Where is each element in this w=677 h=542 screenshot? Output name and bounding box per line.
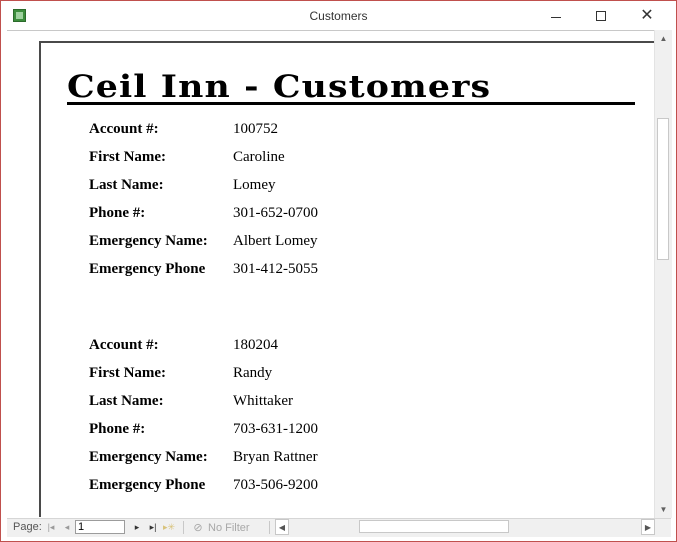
horizontal-scroll-thumb[interactable] — [359, 520, 509, 533]
account-row: Account #: 100752 — [89, 121, 589, 149]
scroll-right-icon[interactable]: ▶ — [641, 519, 655, 535]
first-page-icon[interactable]: |◂ — [45, 520, 57, 534]
phone-value: 703-631-1200 — [233, 421, 318, 437]
customer-record: Account #: 180204 First Name: Randy Last… — [89, 337, 589, 505]
last-page-icon[interactable]: ▸| — [147, 520, 159, 534]
emergency-name-label: Emergency Name: — [89, 233, 208, 249]
record-navigation-bar: Page: |◂ ◂ 1 ▸ ▸| ▸✳ ⊘ No Filter ◀ ▶ — [7, 518, 671, 537]
scroll-down-icon[interactable]: ▼ — [655, 501, 672, 518]
maximize-button[interactable] — [578, 1, 624, 31]
previous-page-icon[interactable]: ◂ — [61, 520, 73, 534]
first-name-value: Caroline — [233, 149, 285, 165]
title-underline — [67, 102, 635, 105]
title-bar: Customers ✕ — [1, 1, 676, 31]
emergency-name-label: Emergency Name: — [89, 449, 208, 465]
minimize-button[interactable] — [532, 1, 578, 31]
emergency-phone-value: 703-506-9200 — [233, 477, 318, 493]
next-page-icon[interactable]: ▸ — [131, 520, 143, 534]
first-name-label: First Name: — [89, 149, 167, 165]
page-label: Page: — [13, 521, 42, 533]
last-name-row: Last Name: Whittaker — [89, 393, 589, 421]
new-record-icon[interactable]: ▸✳ — [163, 520, 175, 534]
emergency-phone-label: Emergency Phone — [89, 477, 206, 493]
customer-record: Account #: 100752 First Name: Caroline L… — [89, 121, 589, 289]
customers-report-window: Customers ✕ Ceil Inn - Customers Account… — [0, 0, 677, 542]
maximize-icon — [596, 11, 606, 21]
first-name-row: First Name: Caroline — [89, 149, 589, 177]
phone-row: Phone #: 301-652-0700 — [89, 205, 589, 233]
close-button[interactable]: ✕ — [624, 1, 670, 31]
scroll-left-icon[interactable]: ◀ — [275, 519, 289, 535]
account-label: Account #: — [89, 337, 159, 353]
last-name-row: Last Name: Lomey — [89, 177, 589, 205]
vertical-scrollbar[interactable]: ▲ ▼ — [654, 30, 672, 518]
horizontal-scrollbar[interactable]: ◀ ▶ — [273, 519, 655, 535]
emergency-name-value: Albert Lomey — [233, 233, 318, 249]
scroll-up-icon[interactable]: ▲ — [655, 30, 672, 47]
emergency-name-value: Bryan Rattner — [233, 449, 318, 465]
filter-button[interactable]: ⊘ No Filter — [191, 521, 250, 534]
account-value: 100752 — [233, 121, 278, 137]
last-name-label: Last Name: — [89, 177, 164, 193]
emergency-phone-label: Emergency Phone — [89, 261, 206, 277]
last-name-value: Lomey — [233, 177, 276, 193]
no-filter-icon: ⊘ — [193, 522, 203, 534]
minimize-icon — [551, 17, 561, 18]
filter-label: No Filter — [208, 522, 250, 534]
first-name-value: Randy — [233, 365, 273, 381]
vertical-scroll-thumb[interactable] — [657, 118, 669, 260]
first-name-row: First Name: Randy — [89, 365, 589, 393]
account-value: 180204 — [233, 337, 278, 353]
phone-label: Phone #: — [89, 421, 146, 437]
phone-row: Phone #: 703-631-1200 — [89, 421, 589, 449]
last-name-value: Whittaker — [233, 393, 293, 409]
nav-separator — [183, 521, 184, 534]
report-page: Ceil Inn - Customers Account #: 100752 F… — [39, 41, 654, 517]
emergency-phone-value: 301-412-5055 — [233, 261, 318, 277]
first-name-label: First Name: — [89, 365, 167, 381]
report-viewport: Ceil Inn - Customers Account #: 100752 F… — [7, 30, 654, 517]
emergency-name-row: Emergency Name: Bryan Rattner — [89, 449, 589, 477]
emergency-phone-row: Emergency Phone 703-506-9200 — [89, 477, 589, 505]
report-title: Ceil Inn - Customers — [67, 69, 492, 105]
phone-value: 301-652-0700 — [233, 205, 318, 221]
emergency-name-row: Emergency Name: Albert Lomey — [89, 233, 589, 261]
phone-label: Phone #: — [89, 205, 146, 221]
emergency-phone-row: Emergency Phone 301-412-5055 — [89, 261, 589, 289]
page-number-input[interactable]: 1 — [75, 520, 125, 534]
nav-separator — [269, 521, 270, 534]
account-label: Account #: — [89, 121, 159, 137]
close-icon: ✕ — [640, 7, 654, 24]
account-row: Account #: 180204 — [89, 337, 589, 365]
last-name-label: Last Name: — [89, 393, 164, 409]
